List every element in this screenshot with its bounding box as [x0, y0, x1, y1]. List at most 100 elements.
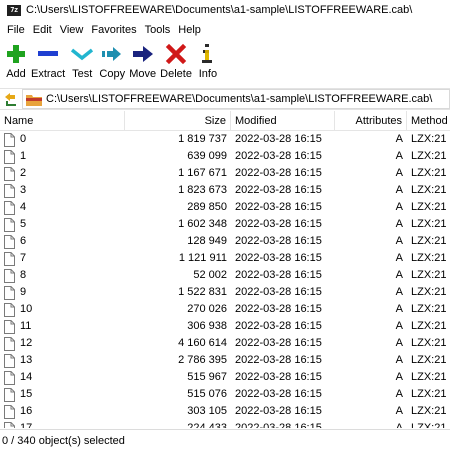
- copy-button[interactable]: Copy: [97, 40, 127, 86]
- table-row[interactable]: 9 1 522 831 2022-03-28 16:15 A LZX:21: [0, 284, 450, 301]
- file-name-cell: 13: [0, 352, 125, 369]
- copy-icon: [99, 42, 125, 66]
- file-size: 1 602 348: [178, 218, 227, 230]
- file-method: LZX:21: [411, 422, 447, 428]
- folder-up-button[interactable]: [0, 89, 22, 109]
- delete-button[interactable]: Delete: [158, 40, 194, 86]
- table-row[interactable]: 2 1 167 671 2022-03-28 16:15 A LZX:21: [0, 165, 450, 182]
- file-modified: 2022-03-28 16:15: [235, 354, 322, 366]
- file-modified: 2022-03-28 16:15: [235, 133, 322, 145]
- table-row[interactable]: 7 1 121 911 2022-03-28 16:15 A LZX:21: [0, 250, 450, 267]
- file-size: 270 026: [187, 303, 227, 315]
- file-modified: 2022-03-28 16:15: [235, 337, 322, 349]
- path-input[interactable]: C:\Users\LISTOFFREEWARE\Documents\a1-sam…: [22, 89, 450, 109]
- extract-label: Extract: [31, 68, 66, 80]
- file-attributes: A: [395, 320, 403, 332]
- table-row[interactable]: 3 1 823 673 2022-03-28 16:15 A LZX:21: [0, 182, 450, 199]
- file-name: 1: [20, 150, 27, 162]
- table-row[interactable]: 16 303 105 2022-03-28 16:15 A LZX:21: [0, 403, 450, 420]
- file-name: 13: [20, 354, 33, 366]
- file-attributes: A: [395, 422, 403, 428]
- file-modified: 2022-03-28 16:15: [235, 218, 322, 230]
- table-row[interactable]: 13 2 786 395 2022-03-28 16:15 A LZX:21: [0, 352, 450, 369]
- extract-button[interactable]: Extract: [29, 40, 67, 86]
- file-name-cell: 16: [0, 403, 125, 420]
- menu-tools[interactable]: Tools: [141, 24, 175, 36]
- info-button[interactable]: Info: [194, 40, 222, 86]
- file-method: LZX:21: [411, 405, 447, 417]
- table-row[interactable]: 14 515 967 2022-03-28 16:15 A LZX:21: [0, 369, 450, 386]
- file-size: 52 002: [193, 269, 227, 281]
- file-icon: [4, 132, 20, 147]
- column-header-modified[interactable]: Modified: [231, 111, 335, 131]
- column-header-attributes[interactable]: Attributes: [335, 111, 407, 131]
- file-method: LZX:21: [411, 252, 447, 264]
- file-attributes: A: [395, 184, 403, 196]
- table-row[interactable]: 10 270 026 2022-03-28 16:15 A LZX:21: [0, 301, 450, 318]
- file-size: 515 076: [187, 388, 227, 400]
- table-row[interactable]: 1 639 099 2022-03-28 16:15 A LZX:21: [0, 148, 450, 165]
- table-row[interactable]: 4 289 850 2022-03-28 16:15 A LZX:21: [0, 199, 450, 216]
- file-list[interactable]: Name Size Modified Attributes Method 0 1 …: [0, 111, 450, 428]
- menu-favorites[interactable]: Favorites: [87, 24, 140, 36]
- file-name: 5: [20, 218, 27, 230]
- file-icon: [4, 183, 20, 198]
- file-attributes: A: [395, 235, 403, 247]
- path-text: C:\Users\LISTOFFREEWARE\Documents\a1-sam…: [46, 93, 433, 105]
- file-modified: 2022-03-28 16:15: [235, 167, 322, 179]
- column-header-name[interactable]: Name: [0, 111, 125, 131]
- menu-view[interactable]: View: [56, 24, 88, 36]
- file-icon: [4, 251, 20, 266]
- column-header-size[interactable]: Size: [125, 111, 231, 131]
- add-button[interactable]: Add: [3, 40, 29, 86]
- file-name: 12: [20, 337, 33, 349]
- file-size: 303 105: [187, 405, 227, 417]
- file-method: LZX:21: [411, 235, 447, 247]
- file-name: 8: [20, 269, 27, 281]
- move-button[interactable]: Move: [127, 40, 158, 86]
- menu-help[interactable]: Help: [174, 24, 205, 36]
- address-bar: C:\Users\LISTOFFREEWARE\Documents\a1-sam…: [0, 88, 450, 110]
- file-size: 289 850: [187, 201, 227, 213]
- add-label: Add: [6, 68, 26, 80]
- table-row[interactable]: 15 515 076 2022-03-28 16:15 A LZX:21: [0, 386, 450, 403]
- table-row[interactable]: 17 224 433 2022-03-28 16:15 A LZX:21: [0, 420, 450, 428]
- file-attributes: A: [395, 167, 403, 179]
- file-method: LZX:21: [411, 303, 447, 315]
- toolbar: Add Extract Test Copy Move Delete Info: [0, 40, 450, 86]
- file-name-cell: 17: [0, 420, 125, 428]
- file-modified: 2022-03-28 16:15: [235, 150, 322, 162]
- info-label: Info: [198, 68, 218, 80]
- file-size: 4 160 614: [178, 337, 227, 349]
- table-row[interactable]: 11 306 938 2022-03-28 16:15 A LZX:21: [0, 318, 450, 335]
- file-icon: [4, 302, 20, 317]
- file-attributes: A: [395, 354, 403, 366]
- file-icon: [4, 166, 20, 181]
- table-row[interactable]: 0 1 819 737 2022-03-28 16:15 A LZX:21: [0, 131, 450, 148]
- file-size: 128 949: [187, 235, 227, 247]
- column-header-method[interactable]: Method: [407, 111, 450, 131]
- menu-edit[interactable]: Edit: [29, 24, 56, 36]
- menu-file[interactable]: File: [3, 24, 29, 36]
- table-row[interactable]: 5 1 602 348 2022-03-28 16:15 A LZX:21: [0, 216, 450, 233]
- table-row[interactable]: 12 4 160 614 2022-03-28 16:15 A LZX:21: [0, 335, 450, 352]
- file-icon: [4, 319, 20, 334]
- file-name-cell: 7: [0, 250, 125, 267]
- file-attributes: A: [395, 388, 403, 400]
- file-method: LZX:21: [411, 337, 447, 349]
- file-name: 10: [20, 303, 33, 315]
- file-rows: 0 1 819 737 2022-03-28 16:15 A LZX:21 1 639 09…: [0, 131, 450, 428]
- file-name-cell: 2: [0, 165, 125, 182]
- file-method: LZX:21: [411, 354, 447, 366]
- test-icon: [69, 42, 95, 66]
- file-name-cell: 4: [0, 199, 125, 216]
- table-row[interactable]: 8 52 002 2022-03-28 16:15 A LZX:21: [0, 267, 450, 284]
- file-attributes: A: [395, 303, 403, 315]
- menu-bar: File Edit View Favorites Tools Help: [0, 21, 450, 39]
- file-method: LZX:21: [411, 371, 447, 383]
- test-button[interactable]: Test: [67, 40, 97, 86]
- table-row[interactable]: 6 128 949 2022-03-28 16:15 A LZX:21: [0, 233, 450, 250]
- file-attributes: A: [395, 252, 403, 264]
- file-name-cell: 8: [0, 267, 125, 284]
- extract-icon: [33, 42, 63, 66]
